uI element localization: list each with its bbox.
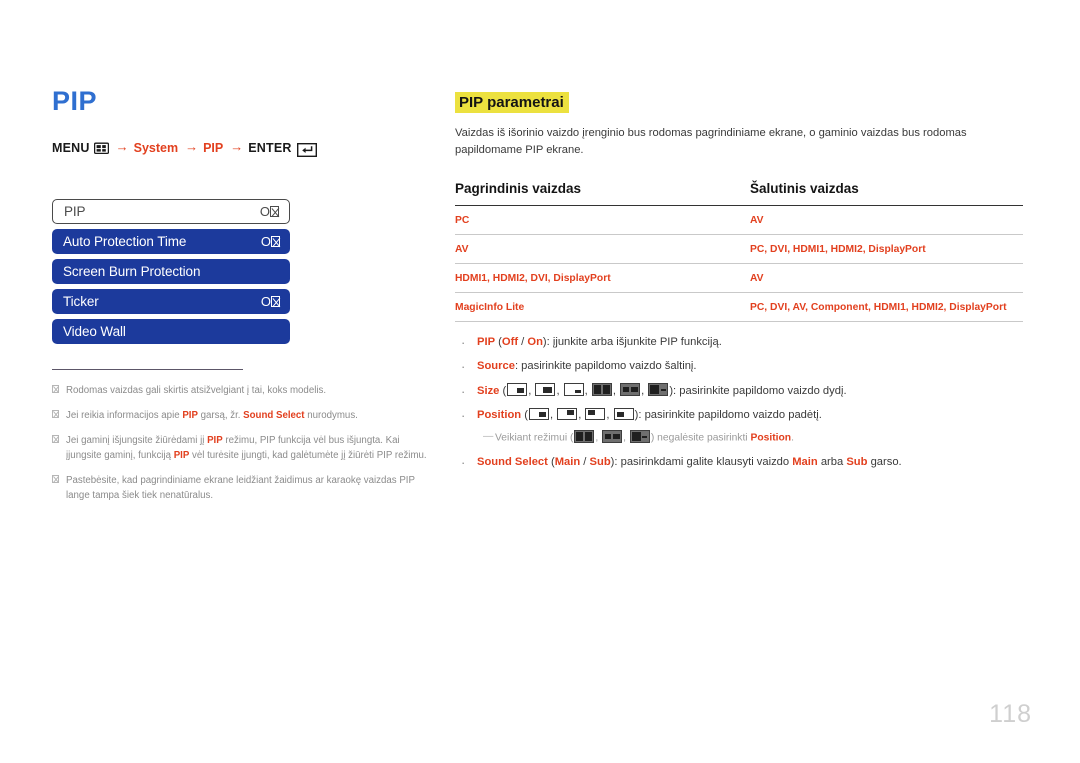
- bullet-position: · Position (, , , ): pasirinkite papildo…: [455, 407, 1023, 425]
- pip-pos-top-right-icon: [557, 407, 578, 421]
- table-row: MagicInfo Lite PC, DVI, AV, Component, H…: [455, 292, 1023, 322]
- page-title: PIP: [52, 86, 98, 116]
- missing-glyph-icon: [271, 236, 280, 247]
- left-column: PIP MENU → System → PIP → ENTER PIP O Au…: [52, 88, 437, 513]
- osd-value-pip: O: [260, 204, 279, 219]
- bullet-dot-icon: ·: [461, 359, 466, 375]
- page-number: 118: [989, 700, 1032, 728]
- pip-size-split-wide-icon: [602, 430, 623, 443]
- osd-label-video-wall: Video Wall: [63, 324, 126, 339]
- note-bullet-icon: [52, 408, 66, 423]
- pip-size-small-br-icon: [507, 383, 528, 396]
- breadcrumb-step-system: System: [133, 140, 179, 155]
- bullet-source-text: Source: pasirinkite papildomo vaizdo šal…: [477, 360, 697, 373]
- table-row: PC AV: [455, 205, 1023, 235]
- enter-key-icon: [296, 142, 317, 157]
- missing-glyph-icon: [270, 206, 279, 217]
- note-text: Rodomas vaizdas gali skirtis atsižvelgia…: [66, 385, 327, 397]
- note-text: Jei reikia informacijos apie PIP garsą, …: [66, 410, 358, 422]
- bullet-sound-select-text: Sound Select (Main / Sub): pasirinkdami …: [477, 455, 902, 468]
- pip-size-split-thin-icon: [629, 430, 650, 443]
- pip-size-large-br-icon: [563, 383, 584, 396]
- table-header-row: Pagrindinis vaizdas Šalutinis vaizdas: [455, 180, 1023, 206]
- bullet-dot-icon: ·: [461, 334, 466, 350]
- pip-pos-bottom-left-icon: [613, 407, 634, 421]
- pip-pos-bottom-right-icon: [528, 407, 549, 421]
- pip-pos-top-left-icon: [585, 407, 606, 421]
- pip-size-split-half-icon: [591, 383, 612, 396]
- bullet-size-text: Size (, , , , , ): pasirinkite papildomo…: [477, 383, 847, 397]
- table-cell-main: MagicInfo Lite: [455, 292, 750, 322]
- position-restriction-note: — Veikiant režimui (, , ) negalėsite pas…: [483, 430, 1023, 446]
- right-column: PIP parametrai Vaizdas iš išorinio vaizd…: [455, 92, 1025, 479]
- osd-value-ticker: O: [261, 294, 280, 309]
- bullet-dot-icon: ·: [461, 454, 466, 470]
- table-cell-sub: AV: [750, 263, 1023, 293]
- table-header-main-view: Pagrindinis vaizdas: [455, 180, 750, 206]
- missing-glyph-icon: [271, 296, 280, 307]
- bullet-source: · Source: pasirinkite papildomo vaizdo š…: [455, 358, 1023, 376]
- breadcrumb-step-pip: PIP: [203, 140, 224, 155]
- note-bullet-icon: [52, 433, 66, 463]
- table-row: AV PC, DVI, HDMI1, HDMI2, DisplayPort: [455, 234, 1023, 264]
- section-description: Vaizdas iš išorinio vaizdo įrenginio bus…: [455, 127, 967, 157]
- settings-bullet-list: · PIP (Off / On): įjunkite arba išjunkit…: [455, 334, 1023, 472]
- osd-row-ticker[interactable]: Ticker O: [52, 289, 290, 314]
- pip-size-split-thin-icon: [648, 383, 669, 396]
- osd-row-screen-burn-protection[interactable]: Screen Burn Protection: [52, 259, 290, 284]
- table-cell-sub: PC, DVI, AV, Component, HDMI1, HDMI2, Di…: [750, 292, 1023, 322]
- note-dash-icon: —: [483, 431, 494, 443]
- bullet-pip: · PIP (Off / On): įjunkite arba išjunkit…: [455, 334, 1023, 352]
- left-notes-list: Rodomas vaizdas gali skirtis atsižvelgia…: [52, 383, 437, 503]
- note-item: Jei gaminį išjungsite žiūrėdami jį PIP r…: [52, 433, 437, 463]
- pip-size-split-half-icon: [574, 430, 595, 443]
- section-title: PIP parametrai: [455, 92, 569, 114]
- osd-label-screen-burn-protection: Screen Burn Protection: [63, 264, 201, 279]
- position-restriction-text: Veikiant režimui (, , ) negalėsite pasir…: [495, 430, 794, 446]
- bullet-position-text: Position (, , , ): pasirinkite papildomo…: [477, 407, 822, 422]
- osd-menu-mock: PIP O Auto Protection Time O Screen Burn…: [52, 199, 290, 344]
- osd-row-auto-protection-time[interactable]: Auto Protection Time O: [52, 229, 290, 254]
- osd-label-ticker: Ticker: [63, 294, 99, 309]
- pip-size-medium-br-icon: [535, 383, 556, 396]
- note-item: Jei reikia informacijos apie PIP garsą, …: [52, 408, 437, 423]
- bullet-size: · Size (, , , , , ): pasirinkite papildo…: [455, 383, 1023, 401]
- osd-value-auto-protection-time: O: [261, 234, 280, 249]
- osd-label-pip: PIP: [64, 204, 86, 219]
- note-bullet-icon: [52, 383, 66, 398]
- breadcrumb-arrow-1: →: [115, 139, 129, 154]
- note-item: Rodomas vaizdas gali skirtis atsižvelgia…: [52, 383, 437, 398]
- table-cell-main: PC: [455, 205, 750, 235]
- table-cell-sub: PC, DVI, HDMI1, HDMI2, DisplayPort: [750, 234, 1023, 264]
- bullet-sound-select: · Sound Select (Main / Sub): pasirinkdam…: [455, 454, 1023, 472]
- menu-icon: [93, 142, 109, 155]
- table-row: HDMI1, HDMI2, DVI, DisplayPort AV: [455, 263, 1023, 293]
- breadcrumb-enter-label: ENTER: [248, 140, 292, 155]
- note-text: Jei gaminį išjungsite žiūrėdami jį PIP r…: [66, 435, 427, 462]
- menu-path-menu-label: MENU: [52, 140, 90, 155]
- source-combination-table: Pagrindinis vaizdas Šalutinis vaizdas PC…: [455, 180, 1023, 322]
- bullet-dot-icon: ·: [461, 383, 466, 399]
- osd-row-video-wall[interactable]: Video Wall: [52, 319, 290, 344]
- breadcrumb-arrow-3: →: [230, 139, 244, 154]
- note-text: Pastebėsite, kad pagrindiniame ekrane le…: [66, 475, 415, 502]
- note-item: Pastebėsite, kad pagrindiniame ekrane le…: [52, 473, 437, 503]
- table-cell-main: AV: [455, 234, 750, 264]
- table-cell-main: HDMI1, HDMI2, DVI, DisplayPort: [455, 263, 750, 293]
- menu-path-breadcrumb: MENU → System → PIP → ENTER: [52, 139, 437, 157]
- table-cell-sub: AV: [750, 205, 1023, 235]
- note-bullet-icon: [52, 473, 66, 503]
- bullet-pip-text: PIP (Off / On): įjunkite arba išjunkite …: [477, 335, 722, 348]
- osd-label-auto-protection-time: Auto Protection Time: [63, 234, 187, 249]
- table-header-sub-view: Šalutinis vaizdas: [750, 180, 1023, 206]
- osd-row-pip[interactable]: PIP O: [52, 199, 290, 224]
- pip-size-split-wide-icon: [620, 383, 641, 396]
- notes-divider: [52, 369, 243, 371]
- bullet-dot-icon: ·: [461, 408, 466, 424]
- breadcrumb-arrow-2: →: [185, 139, 199, 154]
